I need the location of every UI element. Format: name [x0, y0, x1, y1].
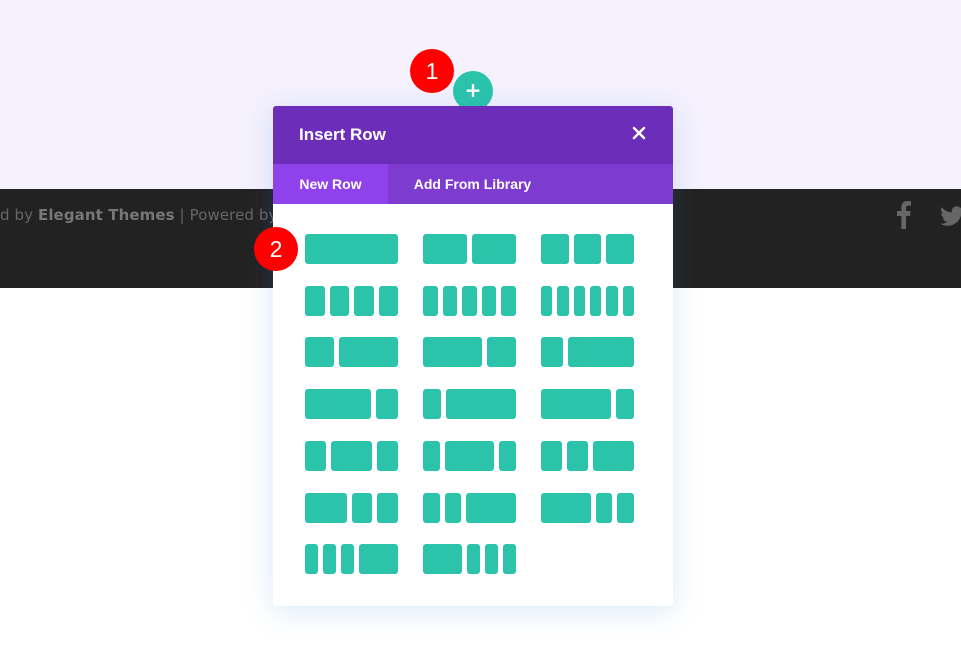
layout-column-block — [305, 441, 326, 471]
layout-column-block — [423, 337, 482, 367]
step-badge-2: 2 — [254, 227, 298, 271]
facebook-icon[interactable] — [897, 201, 911, 229]
row-layout-option[interactable] — [423, 389, 516, 419]
layout-column-block — [423, 234, 467, 264]
layout-column-block — [592, 441, 634, 471]
twitter-icon[interactable] — [940, 201, 961, 229]
modal-tabs: New Row Add From Library — [273, 164, 673, 204]
row-layout-option[interactable] — [423, 544, 516, 574]
layout-column-block — [305, 286, 325, 316]
layout-column-block — [622, 286, 634, 316]
layout-column-block — [485, 544, 498, 574]
footer-credits-prefix: d by — [0, 206, 38, 224]
row-layout-option[interactable] — [305, 441, 398, 471]
layout-column-block — [444, 441, 495, 471]
layout-column-block — [573, 286, 585, 316]
layout-column-block — [305, 389, 371, 419]
layout-column-block — [354, 286, 374, 316]
layout-column-block — [481, 286, 497, 316]
layout-column-block — [377, 493, 398, 523]
layout-column-block — [305, 493, 347, 523]
layout-column-block — [573, 234, 602, 264]
layout-column-block — [595, 493, 613, 523]
layout-column-block — [541, 337, 563, 367]
row-layout-option[interactable] — [541, 234, 634, 264]
layout-column-block — [467, 544, 480, 574]
layout-column-block — [566, 441, 588, 471]
row-layout-option[interactable] — [305, 389, 398, 419]
row-layout-option[interactable] — [541, 389, 634, 419]
row-layout-option[interactable] — [305, 544, 398, 574]
layout-column-block — [541, 493, 591, 523]
layout-column-block — [323, 544, 336, 574]
layout-column-block — [462, 286, 477, 316]
layout-column-block — [445, 389, 516, 419]
row-layout-option[interactable] — [541, 441, 634, 471]
row-layout-option[interactable] — [541, 286, 634, 316]
layout-column-block — [616, 389, 634, 419]
step-badge-1: 1 — [410, 49, 454, 93]
layout-column-block — [339, 337, 398, 367]
layout-column-block — [351, 493, 373, 523]
modal-title: Insert Row — [299, 125, 386, 144]
layout-column-block — [617, 493, 634, 523]
row-layout-option[interactable] — [423, 234, 516, 264]
layout-column-block — [423, 389, 441, 419]
layout-column-block — [499, 441, 516, 471]
row-layout-option[interactable] — [305, 286, 398, 316]
layout-column-block — [423, 544, 462, 574]
layout-column-block — [557, 286, 569, 316]
row-layout-option[interactable] — [423, 493, 516, 523]
close-icon[interactable] — [631, 125, 647, 141]
footer-credits-brand-link[interactable]: Elegant Themes — [38, 206, 175, 224]
insert-row-modal: Insert Row New Row Add From Library — [273, 106, 673, 606]
row-layout-option[interactable] — [423, 286, 516, 316]
layout-column-block — [305, 234, 398, 264]
layout-column-block — [330, 441, 373, 471]
layout-column-block — [541, 441, 562, 471]
layout-column-block — [341, 544, 354, 574]
row-layout-option[interactable] — [541, 493, 634, 523]
layout-column-block — [606, 286, 618, 316]
footer-credits-separator: | Powered by — [174, 206, 283, 224]
layout-column-block — [442, 286, 458, 316]
tab-new-row[interactable]: New Row — [273, 164, 388, 204]
modal-header: Insert Row — [273, 106, 673, 164]
row-layout-option[interactable] — [423, 441, 516, 471]
layout-column-block — [466, 493, 516, 523]
layout-column-block — [541, 389, 612, 419]
layout-column-block — [606, 234, 634, 264]
layout-column-block — [329, 286, 349, 316]
add-row-button[interactable]: + — [453, 71, 493, 111]
layout-column-block — [444, 493, 462, 523]
layout-column-block — [377, 441, 398, 471]
row-layout-option[interactable] — [305, 337, 398, 367]
layout-column-block — [423, 286, 438, 316]
row-layout-option[interactable] — [541, 337, 634, 367]
layout-column-block — [423, 493, 440, 523]
layout-column-block — [423, 441, 440, 471]
row-layout-option[interactable] — [305, 234, 398, 264]
layout-column-block — [501, 286, 516, 316]
layout-column-block — [305, 337, 335, 367]
layout-column-block — [503, 544, 516, 574]
layout-column-block — [568, 337, 634, 367]
layout-column-block — [486, 337, 516, 367]
row-layout-option[interactable] — [423, 337, 516, 367]
tab-add-from-library[interactable]: Add From Library — [388, 164, 557, 204]
layout-column-block — [590, 286, 602, 316]
layout-column-block — [305, 544, 318, 574]
layout-column-block — [541, 234, 569, 264]
footer-credits: d by Elegant Themes | Powered by W — [0, 206, 299, 224]
layout-column-block — [359, 544, 398, 574]
layout-column-block — [472, 234, 516, 264]
layout-column-block — [376, 389, 398, 419]
layout-column-block — [541, 286, 553, 316]
layout-column-block — [378, 286, 398, 316]
row-layout-option[interactable] — [305, 493, 398, 523]
